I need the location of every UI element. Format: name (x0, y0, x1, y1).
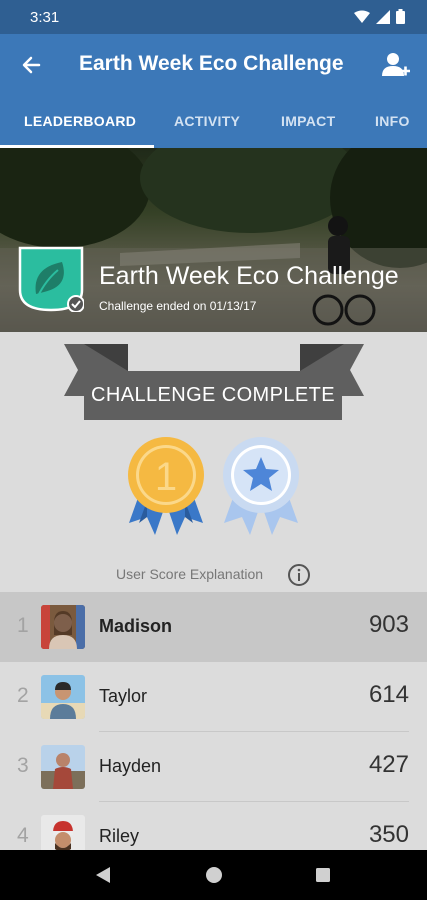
gold-medal-icon: 1 (128, 437, 204, 535)
battery-icon (396, 9, 405, 24)
tab-impact[interactable]: IMPACT (281, 96, 335, 148)
avatar (41, 745, 85, 789)
score-explanation-label: User Score Explanation (116, 566, 264, 582)
arrow-left-icon (22, 56, 41, 74)
challenge-badge-icon (18, 246, 84, 312)
avatar (41, 675, 85, 719)
status-time: 3:31 (30, 9, 60, 26)
member-score: 903 (368, 611, 409, 638)
member-name: Hayden (99, 756, 162, 776)
status-icons (354, 9, 405, 24)
rank-number: 3 (17, 754, 29, 777)
challenge-end-date: Challenge ended on 01/13/17 (99, 299, 257, 313)
system-nav-bar (0, 850, 427, 900)
leaderboard-row[interactable]: 3 Hayden 427 (0, 732, 427, 802)
challenge-title: Earth Week Eco Challenge (99, 262, 399, 290)
tab-activity[interactable]: ACTIVITY (174, 96, 240, 148)
nav-back-button[interactable] (90, 862, 116, 888)
app-bar: Earth Week Eco Challenge (0, 34, 427, 96)
medal-rank-label: 1 (155, 455, 177, 499)
signal-icon (376, 9, 390, 24)
square-recents-icon (316, 868, 330, 882)
triangle-back-icon (96, 867, 110, 883)
app-title: Earth Week Eco Challenge (79, 52, 344, 75)
circle-home-icon (206, 867, 222, 883)
leaderboard-row[interactable]: 1 Madison 903 (0, 592, 427, 662)
member-name: Riley (99, 826, 140, 846)
challenge-complete-label: CHALLENGE COMPLETE (91, 384, 335, 406)
member-score: 427 (368, 751, 409, 778)
add-person-icon (382, 53, 410, 76)
tab-bar: LEADERBOARD ACTIVITY IMPACT INFO (0, 96, 427, 148)
add-member-button[interactable] (377, 46, 415, 84)
member-score: 614 (368, 681, 409, 708)
rank-number: 4 (17, 824, 29, 847)
status-bar: 3:31 (0, 0, 427, 34)
back-button[interactable] (14, 48, 48, 82)
rank-number: 1 (17, 614, 29, 637)
wifi-icon (354, 10, 370, 23)
member-score: 350 (368, 821, 409, 848)
leaderboard-row[interactable]: 2 Taylor 614 (0, 662, 427, 732)
info-icon[interactable] (287, 563, 311, 587)
star-medal-icon (223, 437, 299, 535)
nav-recents-button[interactable] (310, 862, 336, 888)
member-name: Taylor (99, 686, 148, 706)
tab-info[interactable]: INFO (375, 96, 410, 148)
avatar (41, 605, 85, 649)
member-name: Madison (99, 616, 173, 636)
nav-home-button[interactable] (201, 862, 227, 888)
score-explanation[interactable]: User Score Explanation (0, 561, 427, 587)
challenge-hero: Earth Week Eco Challenge Challenge ended… (0, 148, 427, 332)
tab-leaderboard[interactable]: LEADERBOARD (24, 96, 136, 148)
rank-number: 2 (17, 684, 29, 707)
